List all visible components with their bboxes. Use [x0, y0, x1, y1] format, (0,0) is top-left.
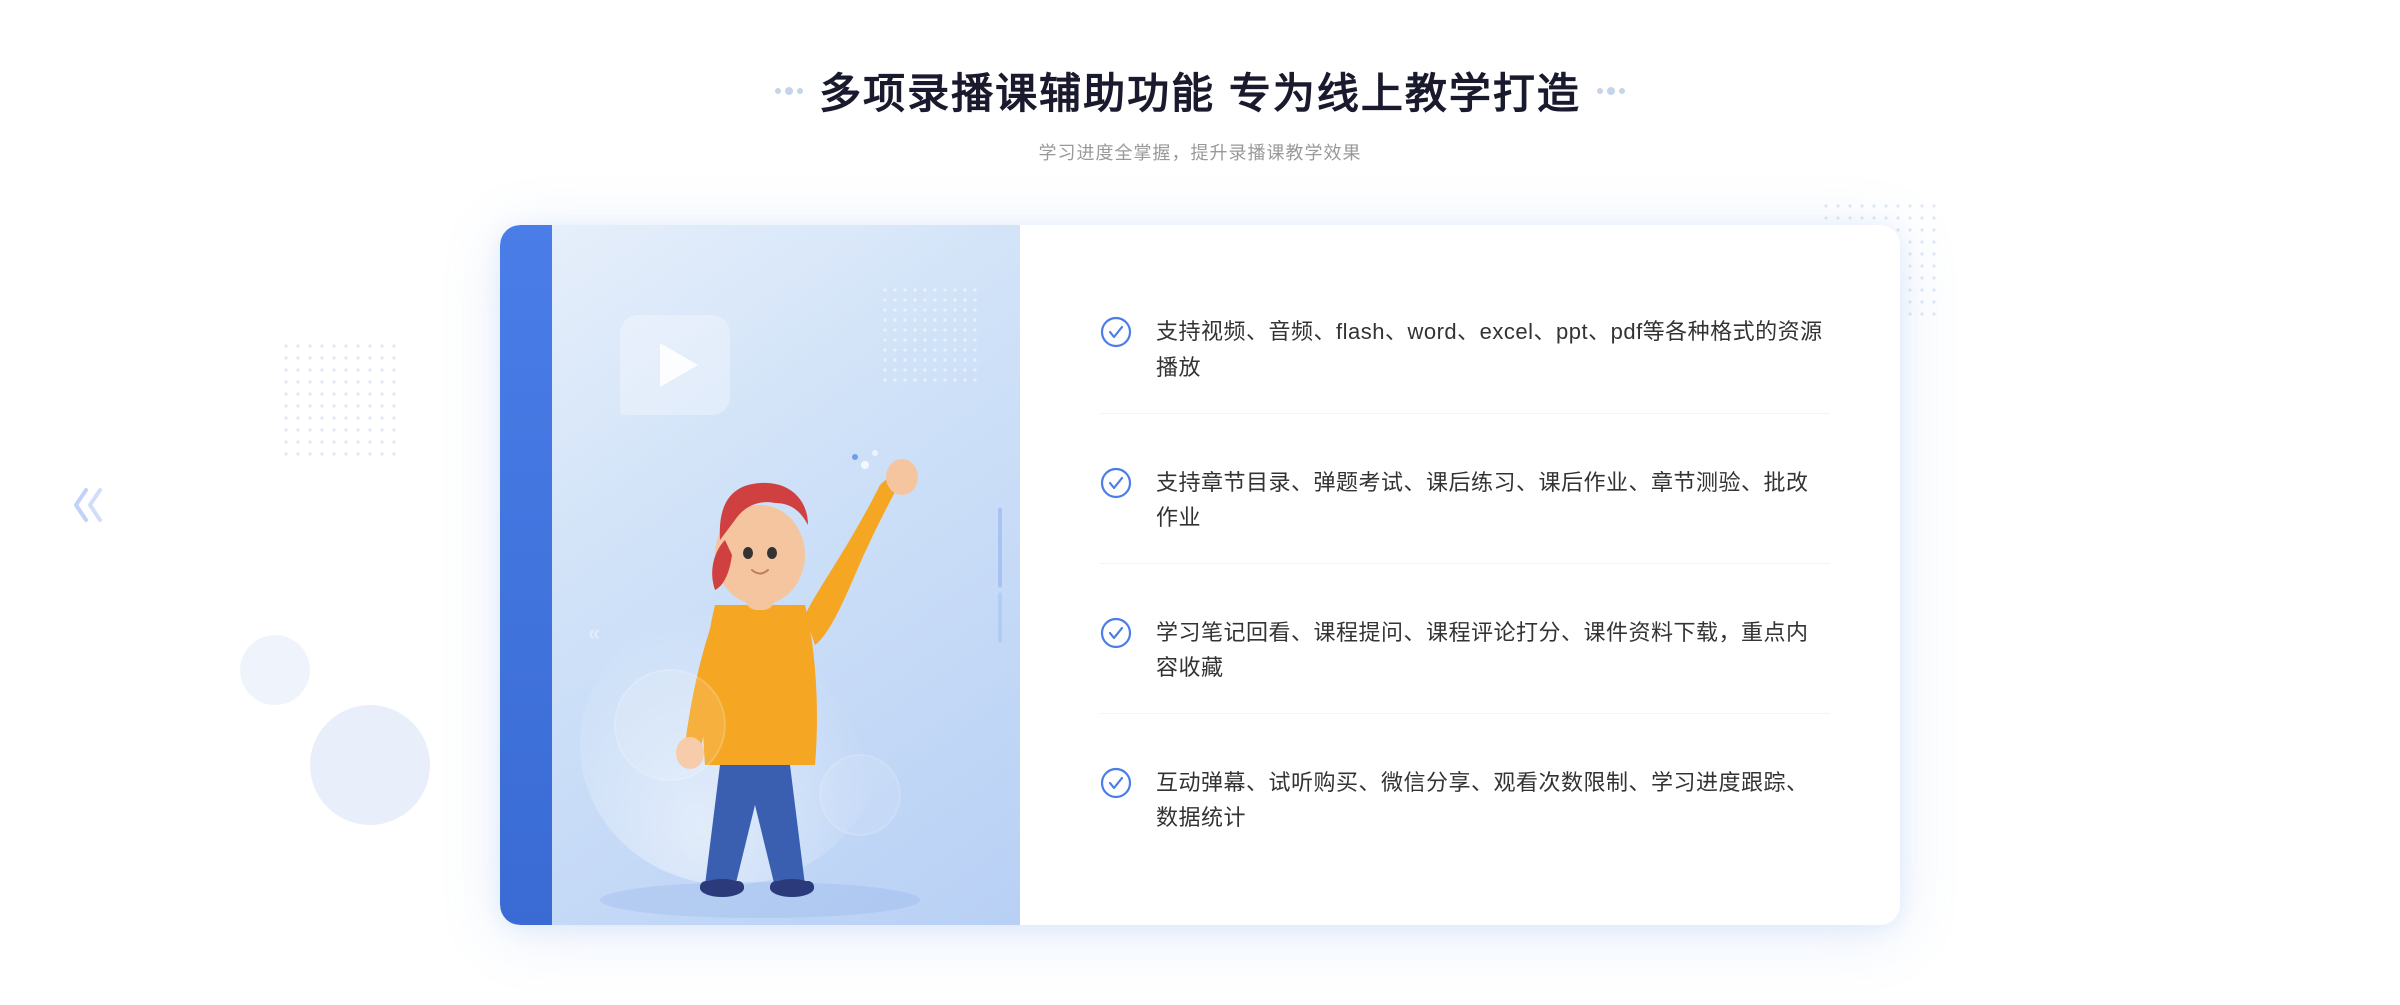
vertical-lines-deco	[998, 508, 1002, 643]
check-circle-icon-1	[1100, 316, 1132, 348]
dot-pattern-left	[280, 340, 400, 460]
decorator-dots-left	[775, 87, 803, 95]
illustration-card: «	[500, 225, 1020, 925]
main-title: 多项录播课辅助功能 专为线上教学打造	[819, 60, 1581, 121]
feature-text-4: 互动弹幕、试听购买、微信分享、观看次数限制、学习进度跟踪、数据统计	[1156, 765, 1830, 835]
deco-circle-2	[240, 635, 310, 705]
subtitle: 学习进度全掌握，提升录播课教学效果	[775, 139, 1625, 165]
feature-text-1: 支持视频、音频、flash、word、excel、ppt、pdf等各种格式的资源…	[1156, 314, 1830, 384]
deco-chevrons	[68, 480, 118, 530]
feature-item-3: 学习笔记回看、课程提问、课程评论打分、课件资料下载，重点内容收藏	[1100, 587, 1830, 714]
check-circle-icon-4	[1100, 767, 1132, 799]
blue-stripe	[500, 225, 552, 925]
features-card: 支持视频、音频、flash、word、excel、ppt、pdf等各种格式的资源…	[1020, 225, 1900, 925]
person-illustration: «	[560, 345, 960, 925]
check-circle-icon-2	[1100, 467, 1132, 499]
header-decorators: 多项录播课辅助功能 专为线上教学打造	[775, 60, 1625, 121]
feature-item-1: 支持视频、音频、flash、word、excel、ppt、pdf等各种格式的资源…	[1100, 286, 1830, 413]
decorator-dots-right	[1597, 87, 1625, 95]
content-area: «	[500, 225, 1900, 925]
feature-item-4: 互动弹幕、试听购买、微信分享、观看次数限制、学习进度跟踪、数据统计	[1100, 737, 1830, 863]
header-section: 多项录播课辅助功能 专为线上教学打造 学习进度全掌握，提升录播课教学效果	[775, 60, 1625, 165]
feature-item-2: 支持章节目录、弹题考试、课后练习、课后作业、章节测验、批改作业	[1100, 437, 1830, 564]
feature-text-3: 学习笔记回看、课程提问、课程评论打分、课件资料下载，重点内容收藏	[1156, 615, 1830, 685]
feature-text-2: 支持章节目录、弹题考试、课后练习、课后作业、章节测验、批改作业	[1156, 465, 1830, 535]
check-circle-icon-3	[1100, 617, 1132, 649]
main-card: «	[500, 225, 1900, 925]
svg-text:«: «	[588, 620, 600, 645]
page-wrapper: 多项录播课辅助功能 专为线上教学打造 学习进度全掌握，提升录播课教学效果	[0, 0, 2400, 1005]
deco-circle-1	[310, 705, 430, 825]
